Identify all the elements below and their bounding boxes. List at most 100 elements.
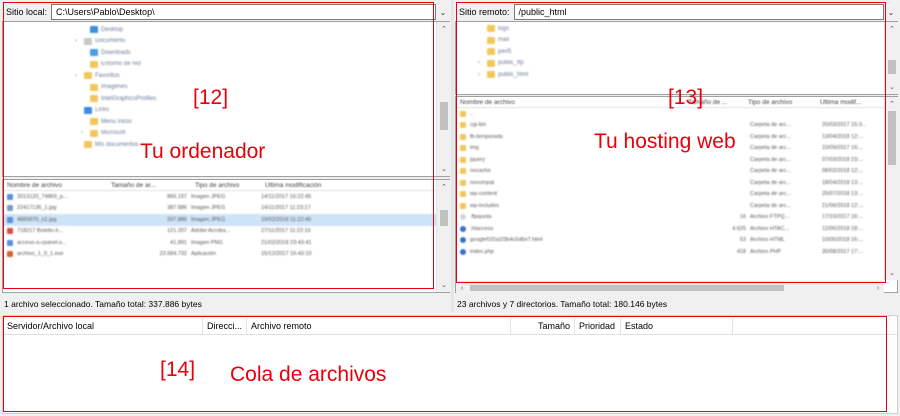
remote-files-hscrollbar[interactable]: ‹ › — [456, 281, 884, 293]
folder-icon — [90, 60, 98, 68]
local-tree-item[interactable]: › Documents — [3, 36, 449, 48]
table-cell: Carpeta de arc... — [750, 145, 791, 152]
remote-tree-scrollbar[interactable]: ⌃ ⌄ — [884, 22, 898, 94]
table-row[interactable]: 4883870_n1.jpg 337.886 Imagen JPEG 19/02/20… — [3, 214, 449, 226]
local-tree-item[interactable]: Entorno de red — [3, 59, 449, 71]
col-queue-direction[interactable]: Direcci... — [203, 318, 247, 334]
table-row[interactable]: .htaccess 4.625 Archivo HTAC... 12/05/2018 … — [456, 223, 897, 235]
remote-tree-pane[interactable]: logs mail perl5 › public_ftp › public_html — [455, 21, 898, 95]
annotation-number-queue: [14] — [160, 358, 196, 381]
annotation-number-local: [12] — [193, 86, 229, 109]
table-cell: jquery — [470, 156, 485, 163]
expand-icon[interactable]: › — [81, 130, 87, 136]
scroll-up-icon[interactable]: ⌃ — [885, 97, 899, 111]
table-cell: Adobe Acroba... — [191, 228, 231, 235]
col-remote-type[interactable]: Tipo de archivo — [744, 99, 816, 106]
table-cell: Carpeta de arc... — [750, 133, 791, 140]
local-tree-item[interactable]: Downloads — [3, 47, 449, 59]
col-local-filename[interactable]: Nombre de archivo — [3, 182, 107, 189]
table-row[interactable]: acceso-a-cpanel-s... 41.891 Imagen PNG 21/0… — [3, 237, 449, 249]
scroll-down-icon[interactable]: ⌄ — [885, 266, 899, 280]
col-queue-status[interactable]: Estado — [621, 318, 733, 334]
col-queue-local[interactable]: Servidor/Archivo local — [3, 318, 203, 334]
remote-tree-item[interactable]: perl5 — [456, 46, 897, 58]
table-cell: index.php — [470, 248, 494, 255]
table-cell: 25/07/2018 13:... — [822, 191, 864, 198]
expand-icon[interactable]: › — [75, 38, 81, 44]
table-cell: 27/11/2017 11:22:16 — [261, 228, 311, 235]
table-cell: 4.625 — [732, 225, 746, 232]
local-tree-item[interactable]: Desktop — [3, 24, 449, 36]
annotation-label-queue: Cola de archivos — [230, 363, 387, 386]
scroll-up-icon[interactable]: ⌃ — [437, 22, 451, 36]
col-remote-filename[interactable]: Nombre de archivo — [456, 99, 684, 106]
local-files-scrollbar[interactable]: ⌃ ⌄ — [436, 180, 450, 292]
expand-icon[interactable]: › — [478, 60, 484, 66]
remote-tree-item[interactable]: mail — [456, 35, 897, 47]
local-tree-item[interactable]: Menu Inicio — [3, 116, 449, 128]
table-row[interactable]: nocache Carpeta de arc... 08/02/2018 12:..… — [456, 166, 897, 178]
table-row[interactable]: index.php 418 Archivo PHP 30/08/2017 17:... — [456, 246, 897, 258]
table-row[interactable]: googlef1f2a1f3b4c5d6e7.html 53 Archivo HTM… — [456, 235, 897, 247]
col-local-size[interactable]: Tamaño de ar... — [107, 182, 191, 189]
remote-files-pane[interactable]: Nombre de archivo Tamaño de ... Tipo de … — [455, 96, 898, 293]
folder-icon — [90, 95, 98, 103]
scroll-up-icon[interactable]: ⌃ — [437, 180, 451, 194]
local-tree-item[interactable]: › Microsoft — [3, 128, 449, 140]
table-row[interactable]: 22417135_1.jpg 387.886 Imagen JPEG 14/11/20… — [3, 203, 449, 215]
chevron-down-icon[interactable]: ⌄ — [884, 4, 898, 20]
local-tree-scrollbar[interactable]: ⌃ ⌄ — [436, 22, 450, 176]
local-path-input[interactable]: C:\Users\Pablo\Desktop\ — [51, 4, 436, 20]
col-queue-remote[interactable]: Archivo remoto — [247, 318, 511, 334]
table-cell: wp-content — [470, 191, 497, 198]
scroll-down-icon[interactable]: ⌄ — [437, 162, 451, 176]
scroll-down-icon[interactable]: ⌄ — [437, 278, 451, 292]
remote-tree-item[interactable]: logs — [456, 23, 897, 35]
expand-icon[interactable]: › — [75, 73, 81, 79]
col-local-type[interactable]: Tipo de archivo — [191, 182, 261, 189]
table-row[interactable]: wp-content Carpeta de arc... 25/07/2018 13… — [456, 189, 897, 201]
folder-icon — [84, 141, 92, 149]
local-tree-item[interactable]: › Favoritos — [3, 70, 449, 82]
local-status: 1 archivo seleccionado. Tamaño total: 33… — [4, 299, 202, 309]
col-queue-size[interactable]: Tamaño — [511, 318, 575, 334]
remote-path-input[interactable]: /public_html — [513, 4, 884, 20]
chevron-down-icon[interactable]: ⌄ — [436, 4, 450, 20]
scroll-right-icon[interactable]: › — [872, 282, 884, 294]
scroll-thumb[interactable] — [470, 285, 784, 291]
tree-item-label: Entorno de red — [101, 61, 141, 68]
scroll-down-icon[interactable]: ⌄ — [885, 80, 899, 94]
annotation-label-remote: Tu hosting web — [594, 130, 736, 153]
table-row[interactable]: 2013120_74869_p... 866.197 Imagen JPEG 14/1… — [3, 191, 449, 203]
table-cell: nocompat — [470, 179, 495, 186]
folder-icon — [90, 26, 98, 34]
folder-icon — [487, 36, 495, 44]
table-row[interactable]: jquery Carpeta de arc... 07/03/2018 23:... — [456, 154, 897, 166]
expand-icon[interactable]: › — [478, 72, 484, 78]
table-row[interactable]: nocompat Carpeta de arc... 18/04/2018 13:.… — [456, 177, 897, 189]
scroll-thumb[interactable] — [888, 60, 896, 74]
scroll-thumb[interactable] — [888, 111, 896, 165]
remote-tree-item[interactable]: › public_html — [456, 69, 897, 81]
local-files-pane[interactable]: Nombre de archivo Tamaño de ar... Tipo d… — [2, 179, 450, 293]
col-remote-modified[interactable]: Última modif... — [816, 99, 884, 106]
table-cell: 418 — [736, 248, 746, 255]
scroll-up-icon[interactable]: ⌃ — [885, 22, 899, 36]
remote-tree-item[interactable]: › public_ftp — [456, 58, 897, 70]
col-queue-priority[interactable]: Prioridad — [575, 318, 621, 334]
scroll-thumb[interactable] — [440, 210, 448, 226]
remote-files-scrollbar[interactable]: ⌃ ⌄ — [884, 97, 898, 280]
table-cell: archivo_1_0_1.exe — [17, 251, 64, 258]
pane-splitter[interactable] — [451, 0, 454, 312]
table-cell: 13/04/2018 12:... — [822, 133, 864, 140]
col-local-modified[interactable]: Última modificación — [261, 182, 381, 189]
table-row[interactable]: wp-includes Carpeta de arc... 21/06/2018 1… — [456, 200, 897, 212]
table-row[interactable]: 718217 Boletin-Ir... 121.207 Adobe Acroba.… — [3, 226, 449, 238]
scroll-thumb[interactable] — [440, 102, 448, 130]
table-cell: 08/02/2018 12:... — [822, 168, 864, 175]
table-row[interactable]: .ftpquota 16 Archivo FTPQ... 17/10/2017 16:… — [456, 212, 897, 224]
table-row[interactable]: archivo_1_0_1.exe 23.684.732 Aplicación 15/… — [3, 249, 449, 261]
table-cell: 718217 Boletin-Ir... — [17, 228, 64, 235]
scroll-left-icon[interactable]: ‹ — [456, 282, 468, 294]
folder-icon — [90, 83, 98, 91]
